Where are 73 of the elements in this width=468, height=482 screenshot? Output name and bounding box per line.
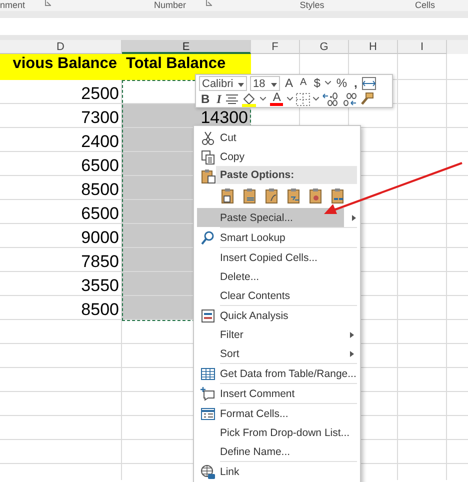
increase-font-size-button[interactable]: A	[283, 75, 296, 91]
menu-item[interactable]: Delete...	[194, 267, 360, 286]
table-cell: 2500	[0, 80, 122, 104]
dialog-launcher-icon[interactable]	[206, 0, 212, 6]
merge-center-icon[interactable]	[362, 76, 376, 90]
menu-item[interactable]: Define Name...	[194, 442, 360, 461]
caret-icon[interactable]	[260, 97, 266, 101]
comma-style-button[interactable]: ,	[352, 75, 360, 91]
menu-item[interactable]: Smart Lookup	[194, 228, 360, 247]
table-cell: 9000	[0, 224, 122, 248]
table-cell: 2400	[0, 128, 122, 152]
submenu-arrow-icon	[352, 215, 356, 221]
submenu-arrow-icon	[350, 332, 354, 338]
menu-item[interactable]: Insert Copied Cells...	[194, 248, 360, 267]
menu-item[interactable]: Sort	[194, 344, 360, 363]
column-header[interactable]: D	[0, 40, 122, 54]
increase-decimal-icon[interactable]	[322, 92, 338, 106]
table-cell: 8500	[0, 296, 122, 320]
table-cell: 6500	[0, 200, 122, 224]
dropdown-arrow-icon[interactable]	[238, 82, 244, 86]
table-cell: 6500	[0, 152, 122, 176]
font-size-field[interactable]: 18	[250, 76, 280, 90]
menu-item[interactable]: Clear Contents	[194, 286, 360, 305]
bold-button[interactable]: B	[199, 91, 212, 107]
decrease-decimal-icon[interactable]	[341, 92, 358, 106]
caret-icon[interactable]	[313, 97, 320, 101]
scissors-icon	[200, 130, 216, 146]
dialog-launcher-icon[interactable]	[45, 0, 52, 6]
menu-item[interactable]: Filter	[194, 325, 360, 344]
clipboard-icon	[200, 168, 216, 184]
quick-analysis-icon	[200, 308, 216, 324]
menu-item[interactable]: Cut	[194, 128, 360, 147]
menu-item[interactable]: Link	[194, 462, 360, 481]
search-icon	[200, 230, 216, 246]
column-header[interactable]: F	[251, 40, 300, 54]
fill-color-icon[interactable]	[241, 92, 258, 106]
format-button[interactable]: $	[312, 75, 322, 91]
menu-item[interactable]: Insert Comment	[194, 384, 360, 403]
comment-icon	[200, 386, 216, 402]
submenu-arrow-icon	[350, 351, 354, 357]
column-header[interactable]: E	[122, 40, 251, 54]
format-cells-icon	[200, 406, 216, 422]
menu-item[interactable]: Copy	[194, 147, 360, 166]
align-center-icon[interactable]	[226, 94, 238, 104]
dropdown-arrow-icon[interactable]	[271, 82, 277, 86]
ribbon-group-label: Number	[154, 0, 186, 11]
menu-section-header: Paste Options:	[216, 166, 357, 184]
caret-icon[interactable]	[287, 97, 294, 101]
column-header[interactable]: I	[398, 40, 447, 54]
decrease-font-size-button[interactable]: A	[298, 75, 309, 91]
format-button[interactable]: %	[334, 75, 350, 91]
font-name-field[interactable]: Calibri	[199, 76, 247, 90]
table-cell: 3550	[0, 272, 122, 296]
italic-button[interactable]: I	[214, 91, 224, 107]
table-cell: 8500	[0, 176, 122, 200]
ribbon-group-label: Cells	[414, 0, 435, 11]
menu-item[interactable]: Get Data from Table/Range...	[194, 364, 360, 383]
menu-item[interactable]: Quick Analysis	[194, 306, 360, 325]
table-cell: vious Balance	[0, 54, 122, 80]
borders-icon[interactable]	[296, 92, 310, 106]
format-painter-icon[interactable]	[360, 92, 374, 106]
menu-item[interactable]: Pick From Drop-down List...	[194, 423, 360, 442]
copy-icon	[200, 149, 216, 165]
menu-item[interactable]: Format Cells...	[194, 404, 360, 423]
table-cell: 7300	[0, 104, 122, 128]
column-header[interactable]: H	[349, 40, 398, 54]
ribbon-group-label: nment	[0, 0, 26, 11]
column-header[interactable]: G	[300, 40, 349, 54]
table-cell: 7850	[0, 248, 122, 272]
ribbon-group-label: Styles	[300, 0, 324, 11]
font-color-button[interactable]: A	[269, 92, 284, 106]
table-icon	[200, 366, 216, 382]
caret-icon[interactable]	[325, 81, 332, 85]
